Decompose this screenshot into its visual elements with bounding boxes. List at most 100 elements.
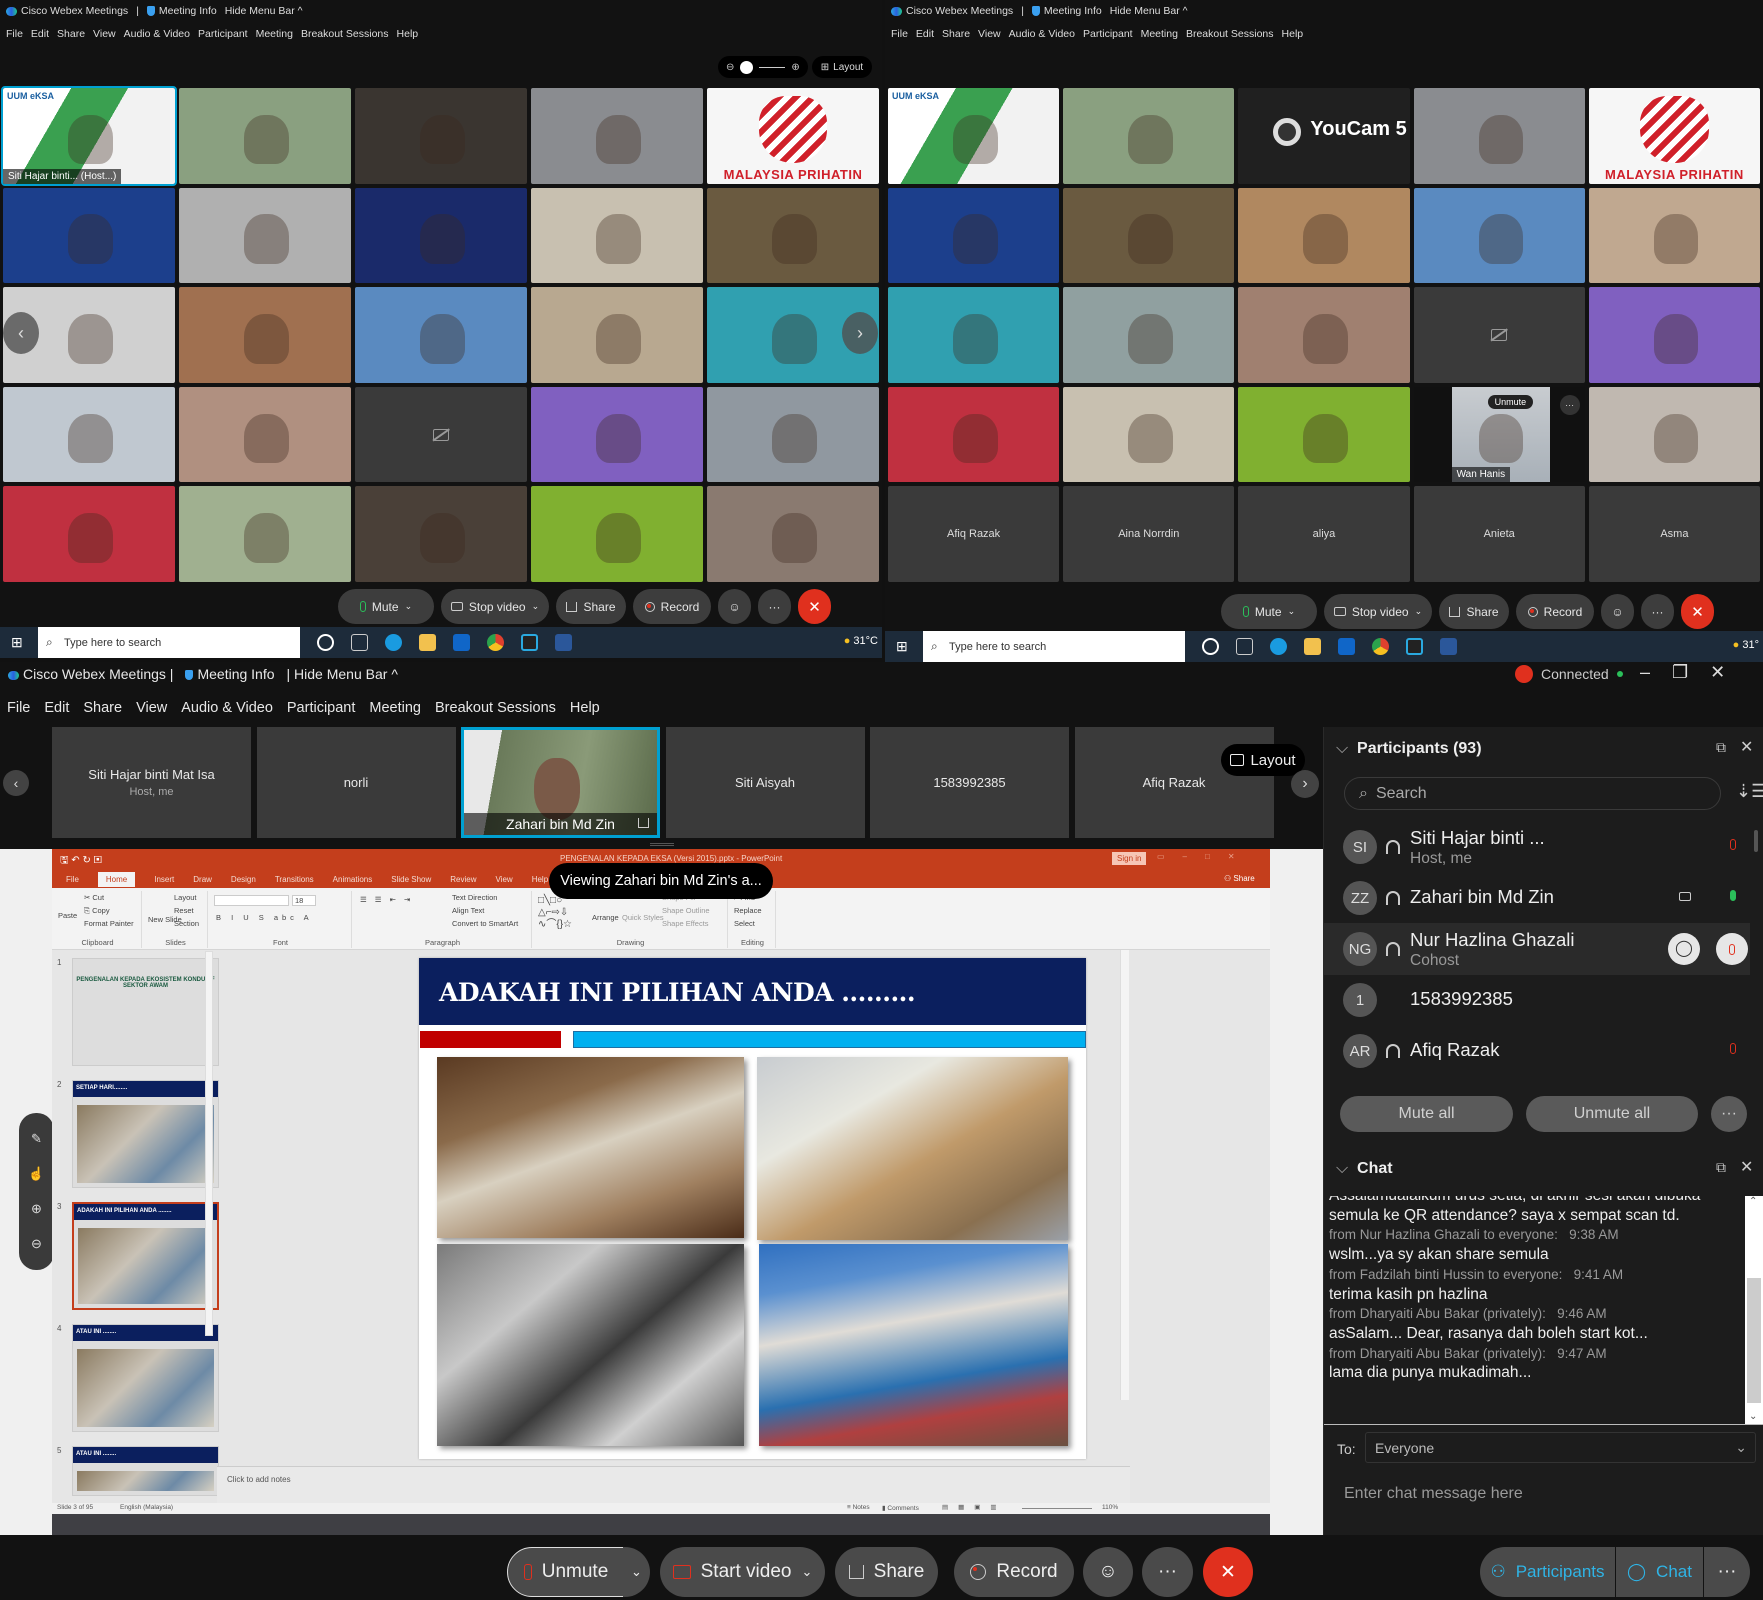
slide-thumbnail[interactable]: SETIAP HARI........ [72,1080,219,1188]
slide-thumbnail[interactable]: PENGENALAN KEPADA EKOSISTEM KONDUSIF SEK… [72,958,219,1066]
cortana-icon[interactable] [317,634,334,651]
layout-button[interactable]: Layout [1221,744,1305,776]
menu-meeting[interactable]: Meeting [369,700,421,716]
video-tile[interactable] [531,486,703,582]
copy-button[interactable]: ⎘ Copy [84,906,110,916]
record-button[interactable]: Record [1516,594,1594,629]
list-buttons[interactable]: ☰ ☰ ⇤ ⇥ [360,895,413,904]
share-button[interactable]: Share [1439,594,1509,629]
ppt-tab-insert[interactable]: Insert [154,875,174,884]
scroll-up-icon[interactable]: ⌃ [1749,1196,1757,1207]
video-tile[interactable] [355,187,527,284]
video-tile[interactable]: YouCam 5 [1238,88,1410,184]
chevron-down-icon[interactable]: ⌄ [1288,606,1296,617]
video-tile[interactable]: UUM eKSA Siti Hajar binti... (Host...) [1,86,177,186]
webex-taskbar-icon[interactable] [521,634,538,651]
tile-more-button[interactable]: ··· [1559,394,1580,415]
video-tile[interactable] [355,287,527,383]
video-tile[interactable] [179,187,351,284]
edge-icon[interactable] [385,634,402,651]
webex-taskbar-icon[interactable] [1406,638,1423,655]
collapse-chat-icon[interactable]: ⌵ [1336,1160,1348,1177]
stop-video-button[interactable]: Stop video ⌄ [1324,594,1432,629]
leave-meeting-button[interactable]: ✕ [1681,594,1714,629]
video-tile[interactable] [1588,386,1760,483]
shape-effects-button[interactable]: Shape Effects [662,919,709,928]
menu-participant[interactable]: Participant [287,700,356,716]
font-size-box[interactable]: 18 [292,895,316,906]
hide-menu-bar-button[interactable]: | Hide Menu Bar ^ [287,666,398,682]
video-tile[interactable] [888,386,1060,483]
chrome-icon[interactable] [1372,638,1389,655]
video-tile[interactable] [531,187,703,284]
minimize-button[interactable]: – [1640,662,1650,683]
close-chat-icon[interactable]: ✕ [1740,1157,1753,1177]
participant-row[interactable]: SI Siti Hajar binti ... Host, me [1324,821,1750,873]
muted-mic-icon[interactable] [1730,839,1736,850]
menu-meeting[interactable]: Meeting [1141,28,1178,40]
ppt-sign-in-button[interactable]: Sign in [1112,852,1147,865]
video-tile[interactable] [1588,287,1760,383]
close-participants-icon[interactable]: ✕ [1740,737,1753,757]
menu-edit[interactable]: Edit [44,700,69,716]
select-button[interactable]: Select [734,919,755,928]
video-tile[interactable] [1413,287,1585,383]
muted-mic-icon[interactable] [1730,1043,1736,1054]
menu-help[interactable]: Help [570,700,600,716]
meeting-info-button[interactable]: Meeting Info [146,5,217,17]
start-video-button[interactable]: Start video ⌄ [660,1547,825,1597]
video-tile[interactable] [888,287,1060,383]
unmute-all-button[interactable]: Unmute all [1526,1096,1698,1132]
participant-list-scrollbar[interactable] [1754,830,1758,852]
weather-widget[interactable]: ● 31°C [844,635,878,647]
zoom-in-icon[interactable]: ⊕ [791,62,799,73]
participant-row[interactable]: AR Afiq Razak [1324,1025,1750,1077]
format-painter-button[interactable]: Format Painter [84,919,134,928]
notes-pane[interactable]: Click to add notes [217,1466,1130,1503]
file-explorer-icon[interactable] [419,634,436,651]
video-tile[interactable] [531,386,703,483]
replace-button[interactable]: Replace [734,906,762,915]
taskbar-search-input[interactable]: ⌕ Type here to search [38,627,300,658]
slide-thumbnail[interactable]: ATAU INI ........ [72,1446,219,1496]
slide-scrollbar[interactable] [1120,950,1129,1400]
grid-next-button[interactable]: › [842,312,878,354]
cut-button[interactable]: ✂ Cut [84,893,104,902]
menu-share[interactable]: Share [83,700,122,716]
remote-control-icon[interactable]: ☝ [28,1166,44,1182]
unmute-button[interactable]: Unmute [507,1547,625,1597]
thumbnail-scrollbar[interactable] [205,951,213,1336]
chat-recipient-select[interactable]: Everyone ⌄ [1365,1432,1756,1463]
share-button[interactable]: Share [556,589,626,624]
more-options-button[interactable]: ··· [1641,594,1674,629]
menu-help[interactable]: Help [397,28,419,40]
participant-row[interactable]: 1 1583992385 [1324,974,1750,1026]
video-tile[interactable] [1588,187,1760,284]
annotate-pen-icon[interactable]: ✎ [31,1131,42,1147]
reactions-button[interactable]: ☺ [1601,594,1634,629]
taskbar-search-input[interactable]: ⌕ Type here to search [923,631,1185,662]
text-direction-button[interactable]: Text Direction [452,893,497,902]
video-tile[interactable] [1413,187,1585,284]
participant-search-input[interactable]: ⌕ Search [1344,777,1721,810]
filmstrip-next-button[interactable]: › [1291,770,1319,798]
edge-icon[interactable] [1270,638,1287,655]
participants-more-button[interactable]: ··· [1711,1096,1747,1132]
word-icon[interactable] [1440,638,1457,655]
share-divider-handle[interactable] [650,843,674,846]
menu-audio-video[interactable]: Audio & Video [124,28,190,40]
meeting-info-button[interactable]: Meeting Info [185,666,275,682]
reactions-button[interactable]: ☺ [718,589,751,624]
record-button[interactable]: Record [954,1547,1074,1597]
view-buttons[interactable]: ▤▦▣▥ [942,1503,1007,1511]
meeting-info-button[interactable]: Meeting Info [1031,5,1102,17]
mute-participant-button[interactable] [1716,933,1748,965]
video-tile[interactable]: Afiq Razak [888,486,1060,582]
align-text-button[interactable]: Align Text [452,906,484,915]
ppt-tab-transitions[interactable]: Transitions [275,875,314,884]
video-tile[interactable] [1238,287,1410,383]
zoom-in-icon[interactable]: ⊕ [31,1201,42,1217]
video-tile[interactable] [3,486,175,582]
ppt-tab-review[interactable]: Review [450,875,476,884]
video-tile[interactable]: aliya [1238,486,1410,582]
